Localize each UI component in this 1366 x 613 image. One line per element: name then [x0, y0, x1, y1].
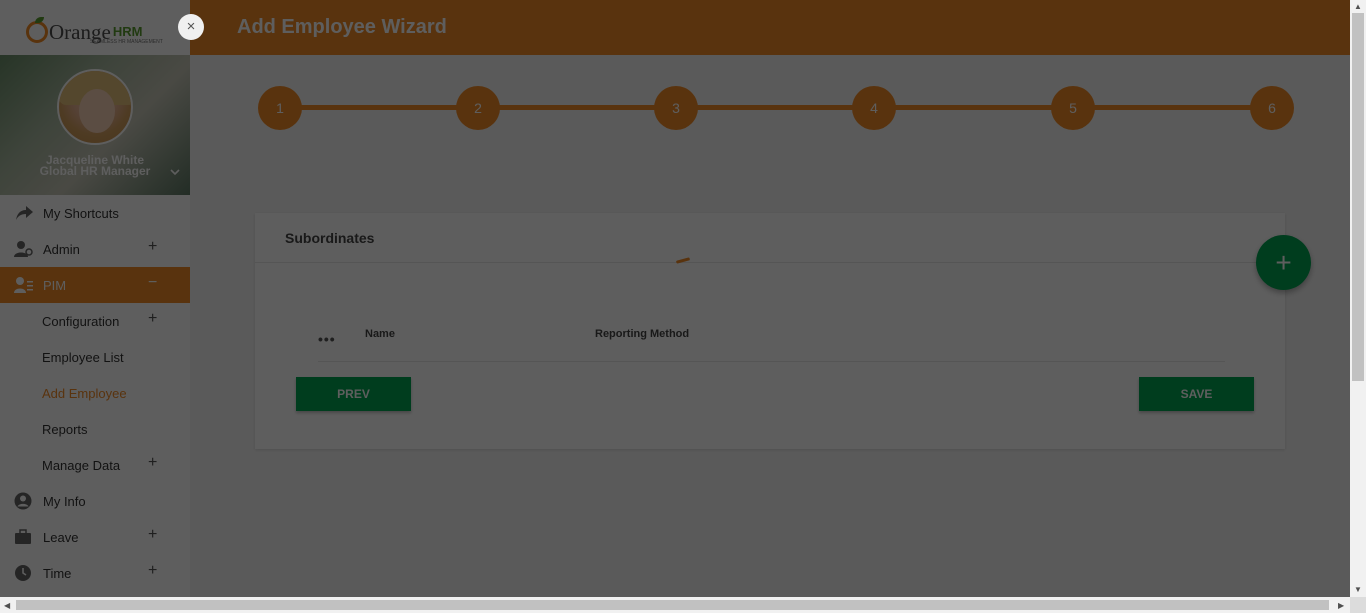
wizard-step-6[interactable]: 6	[1250, 86, 1294, 130]
sidebar-item-reports[interactable]: Reports	[0, 411, 190, 447]
expand-plus-icon[interactable]: +	[148, 310, 157, 328]
sidebar-item-label: Add Employee	[42, 385, 127, 401]
scroll-up-icon[interactable]: ▲	[1354, 2, 1362, 11]
save-button[interactable]: SAVE	[1139, 377, 1254, 411]
horizontal-scroll-thumb[interactable]	[16, 600, 1329, 610]
sidebar-nav: My Shortcuts Admin + PIM − Configuration…	[0, 195, 190, 591]
sidebar-item-time[interactable]: Time +	[0, 555, 190, 591]
chevron-down-icon[interactable]	[170, 167, 180, 177]
wizard-step-1[interactable]: 1	[258, 86, 302, 130]
sidebar-item-label: Admin	[43, 241, 80, 257]
expand-plus-icon[interactable]: +	[148, 526, 157, 544]
wizard-step-4[interactable]: 4	[852, 86, 896, 130]
column-header-name[interactable]: Name	[365, 328, 395, 340]
sidebar-item-label: PIM	[43, 277, 67, 293]
add-subordinate-button[interactable]: +	[1256, 235, 1311, 290]
card-title: Subordinates	[285, 230, 375, 246]
prev-button[interactable]: PREV	[296, 377, 411, 411]
sidebar-item-my-shortcuts[interactable]: My Shortcuts	[0, 195, 190, 231]
scroll-down-icon[interactable]: ▼	[1354, 585, 1362, 594]
horizontal-scrollbar[interactable]: ◀ ▶	[0, 597, 1350, 613]
sidebar-item-admin[interactable]: Admin +	[0, 231, 190, 267]
sidebar-item-my-info[interactable]: My Info	[0, 483, 190, 519]
clock-icon	[15, 565, 31, 581]
admin-user-icon	[14, 241, 33, 257]
scroll-left-icon[interactable]: ◀	[4, 601, 10, 610]
sidebar-item-manage-data[interactable]: Manage Data +	[0, 447, 190, 483]
subordinates-card: Subordinates ••• Name Reporting Method P…	[255, 213, 1285, 449]
vertical-scrollbar[interactable]: ▲ ▼	[1350, 0, 1366, 597]
share-arrow-icon	[16, 206, 33, 220]
scrollbar-corner	[1350, 597, 1366, 613]
sidebar-item-label: My Shortcuts	[43, 205, 119, 221]
expand-plus-icon[interactable]: +	[148, 238, 157, 256]
sidebar-item-employee-list[interactable]: Employee List	[0, 339, 190, 375]
sidebar-item-label: Leave	[43, 529, 79, 545]
logo-orange-icon	[26, 16, 48, 43]
wizard-step-2[interactable]: 2	[456, 86, 500, 130]
sidebar-item-label: Configuration	[42, 313, 120, 329]
sidebar: Orange HRM SEAMLESS HR MANAGEMENT Jacque…	[0, 0, 190, 597]
sidebar-item-pim[interactable]: PIM −	[0, 267, 190, 303]
expand-plus-icon[interactable]: +	[148, 454, 157, 472]
sidebar-item-add-employee[interactable]: Add Employee	[0, 375, 190, 411]
main-content: 1 2 3 4 5 6 Subordinates ••• Name Report…	[190, 55, 1350, 597]
scroll-right-icon[interactable]: ▶	[1338, 601, 1344, 610]
pim-user-icon	[14, 277, 33, 293]
sidebar-item-label: Reports	[42, 421, 88, 437]
column-header-reporting-method[interactable]: Reporting Method	[595, 328, 689, 340]
avatar[interactable]	[57, 69, 133, 145]
close-menu-button[interactable]: ×	[178, 14, 204, 40]
sidebar-item-label: Time	[43, 565, 72, 581]
sidebar-item-configuration[interactable]: Configuration +	[0, 303, 190, 339]
profile-role: Global HR Manager	[39, 164, 151, 178]
page-title: Add Employee Wizard	[237, 16, 447, 38]
sidebar-item-leave[interactable]: Leave +	[0, 519, 190, 555]
more-options-icon[interactable]: •••	[318, 331, 336, 347]
wizard-step-5[interactable]: 5	[1051, 86, 1095, 130]
expand-plus-icon[interactable]: +	[148, 562, 157, 580]
sidebar-item-label: My Info	[43, 493, 86, 509]
vertical-scroll-thumb[interactable]	[1352, 13, 1364, 381]
table-divider	[318, 361, 1225, 362]
top-header: Add Employee Wizard	[190, 0, 1350, 55]
sidebar-item-label: Employee List	[42, 349, 124, 365]
logo-tagline: SEAMLESS HR MANAGEMENT	[90, 38, 163, 45]
collapse-minus-icon[interactable]: −	[148, 274, 157, 292]
wizard-progress-line	[278, 105, 1273, 110]
account-circle-icon	[14, 492, 32, 510]
sidebar-item-label: Manage Data	[42, 457, 121, 473]
briefcase-icon	[15, 529, 31, 544]
wizard-step-3[interactable]: 3	[654, 86, 698, 130]
profile-panel: Jacqueline White Global HR Manager	[0, 55, 190, 195]
orangehrm-logo[interactable]: Orange HRM SEAMLESS HR MANAGEMENT	[26, 13, 163, 45]
logo-bar: Orange HRM SEAMLESS HR MANAGEMENT	[0, 0, 190, 55]
divider	[255, 262, 1285, 263]
